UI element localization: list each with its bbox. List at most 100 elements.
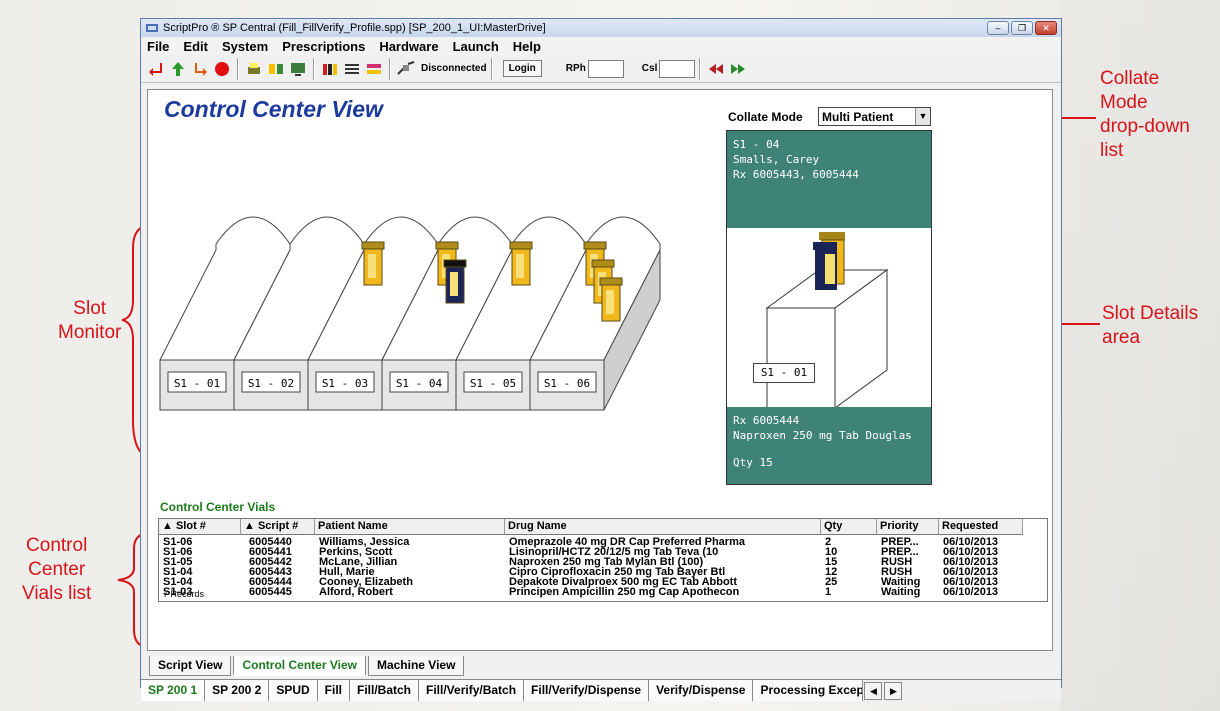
maximize-button[interactable]: ❐ (1011, 21, 1033, 35)
column-header-slot[interactable]: ▲ Slot # (159, 519, 241, 535)
slot-label: S1 - 06 (544, 377, 590, 390)
close-button[interactable]: ✕ (1035, 21, 1057, 35)
detail-slot-label: S1 - 01 (753, 363, 815, 383)
menu-help[interactable]: Help (513, 39, 541, 54)
menu-bar: File Edit System Prescriptions Hardware … (141, 37, 1061, 55)
login-button[interactable]: Login (502, 60, 542, 77)
column-header-qty[interactable]: Qty (821, 519, 877, 535)
detail-drug: Naproxen 250 mg Tab Douglas (733, 429, 912, 442)
toolbar: Disconnected Login RPh Csl (141, 55, 1061, 83)
tab-fill-verify-batch[interactable]: Fill/Verify/Batch (419, 680, 525, 701)
view-tabs: Script View Control Center View Machine … (149, 656, 466, 676)
chevron-down-icon[interactable]: ▼ (915, 108, 930, 125)
table-cell-qty: 1 (825, 586, 832, 598)
queue-icon[interactable] (266, 59, 286, 79)
vial-icon (813, 232, 845, 290)
tab-processing-exceptions[interactable]: Processing Excepti (753, 680, 864, 701)
table-cell-patient: Alford, Robert (319, 586, 393, 598)
slot-label: S1 - 01 (174, 377, 220, 390)
tab-fill-batch[interactable]: Fill/Batch (350, 680, 420, 701)
title-bar: ScriptPro ® SP Central (Fill_FillVerify_… (141, 19, 1061, 37)
detail-rx-list: Rx 6005443, 6005444 (733, 168, 859, 181)
vials-list-title: Control Center Vials (160, 500, 276, 514)
vial-cap (443, 259, 467, 268)
slot-label: S1 - 05 (470, 377, 516, 390)
tab-control-center-view[interactable]: Control Center View (233, 656, 366, 676)
menu-file[interactable]: File (147, 39, 169, 54)
slot-label: S1 - 04 (396, 377, 443, 390)
slot-label: S1 - 02 (248, 377, 294, 390)
scroll-right-icon[interactable]: ▶ (884, 682, 903, 700)
collate-mode-value: Multi Patient (822, 110, 894, 124)
slot-monitor: S1 - 01 S1 - 02 S1 - 03 S1 - 04 S1 - 05 S1 - … (159, 216, 661, 411)
tab-spud[interactable]: SPUD (269, 680, 318, 701)
stack-icon[interactable] (364, 59, 384, 79)
printer-icon[interactable] (244, 59, 264, 79)
fast-forward-icon[interactable] (728, 59, 748, 79)
connection-plug-icon[interactable] (396, 59, 416, 79)
vials-list-annotation: Control Center Vials list (22, 535, 92, 604)
tab-fill-verify-dispense[interactable]: Fill/Verify/Dispense (524, 680, 650, 701)
vial-cap (361, 241, 385, 250)
vial-cap (591, 259, 615, 268)
detail-qty: Qty 15 (733, 456, 773, 469)
list-icon[interactable] (342, 59, 362, 79)
slot-details-annotation: Slot Details area (1102, 303, 1199, 348)
collate-mode-label: Collate Mode (728, 110, 803, 124)
slot-details-area: S1 - 04 Smalls, Carey Rx 6005443, 600544… (726, 130, 932, 485)
table-cell-slot: S1-03 (163, 586, 193, 598)
connection-status: Disconnected (421, 63, 487, 74)
toolbar-separator (699, 57, 702, 80)
vial-cap (599, 277, 623, 286)
menu-system[interactable]: System (222, 39, 268, 54)
column-header-drug[interactable]: Drug Name (505, 519, 821, 535)
vials-list: ▲ Slot # ▲ Script # Patient Name Drug Na… (158, 518, 1048, 602)
stop-icon[interactable] (212, 59, 232, 79)
vials-icon[interactable] (320, 59, 340, 79)
tab-machine-view[interactable]: Machine View (367, 656, 465, 676)
column-header-script[interactable]: ▲ Script # (241, 519, 315, 535)
monitor-icon[interactable] (288, 59, 308, 79)
vial-cap (509, 241, 533, 250)
vial-label (516, 254, 524, 278)
vial-cap (583, 241, 607, 250)
minimize-button[interactable]: ‒ (987, 21, 1009, 35)
column-header-requested[interactable]: Requested (939, 519, 1023, 535)
vial-label (450, 272, 458, 296)
rph-field[interactable]: RPh (550, 59, 624, 78)
detail-patient: Smalls, Carey (733, 153, 820, 166)
main-panel: Control Center View Collate Mode Multi P… (147, 89, 1053, 651)
detail-slot: S1 - 04 (733, 138, 780, 151)
toolbar-separator (237, 57, 239, 80)
vial-cap (435, 241, 459, 250)
tab-sp-200-2[interactable]: SP 200 2 (205, 680, 270, 701)
up-arrow-icon[interactable] (168, 59, 188, 79)
menu-hardware[interactable]: Hardware (379, 39, 438, 54)
rewind-icon[interactable] (706, 59, 726, 79)
column-header-priority[interactable]: Priority (877, 519, 939, 535)
menu-prescriptions[interactable]: Prescriptions (282, 39, 365, 54)
table-cell-requested: 06/10/2013 (943, 586, 999, 598)
slot-details-header: S1 - 04 Smalls, Carey Rx 6005443, 600544… (727, 131, 931, 228)
table-cell-drug: Principen Ampicillin 250 mg Cap Apotheco… (509, 586, 740, 598)
tab-sp-200-1[interactable]: SP 200 1 (141, 680, 206, 701)
detail-rx: Rx 6005444 (733, 414, 800, 427)
tab-script-view[interactable]: Script View (149, 656, 232, 676)
toolbar-separator (313, 57, 315, 80)
collate-mode-annotation: Collate Mode drop-down list (1100, 68, 1190, 161)
forward-arrow-icon[interactable] (190, 59, 210, 79)
table-cell-priority: Waiting (881, 586, 921, 598)
csl-field[interactable]: Csl (632, 59, 696, 78)
app-icon (146, 24, 158, 32)
column-header-patient[interactable]: Patient Name (315, 519, 505, 535)
menu-edit[interactable]: Edit (183, 39, 208, 54)
toolbar-separator (389, 57, 391, 80)
collate-mode-dropdown[interactable]: Multi Patient ▼ (818, 107, 931, 126)
scroll-left-icon[interactable]: ◀ (864, 682, 883, 700)
return-arrow-icon[interactable] (146, 59, 166, 79)
tab-fill[interactable]: Fill (317, 680, 350, 701)
vial-label (606, 290, 614, 314)
menu-launch[interactable]: Launch (453, 39, 499, 54)
tab-verify-dispense[interactable]: Verify/Dispense (649, 680, 754, 701)
table-cell-script: 6005445 (249, 586, 292, 598)
